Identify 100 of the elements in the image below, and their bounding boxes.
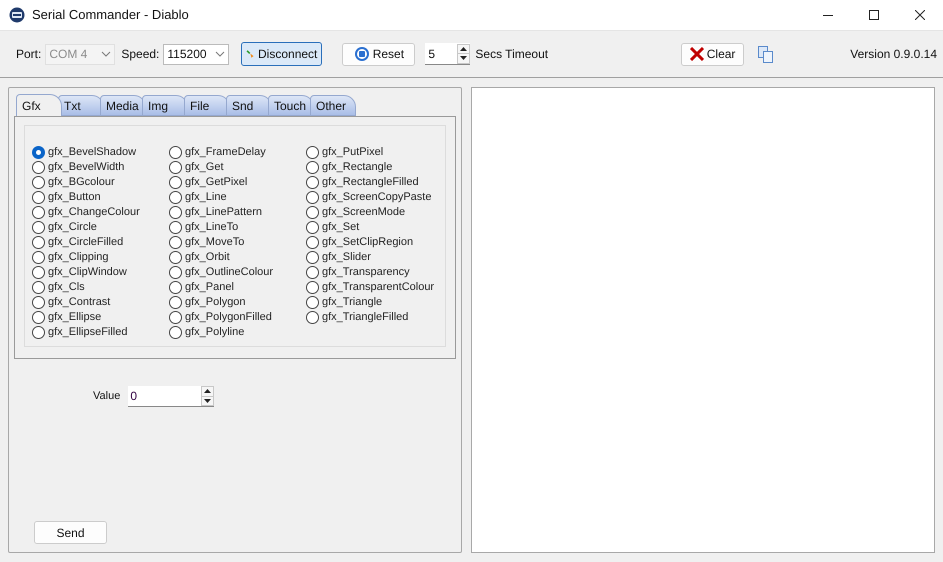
radio-option[interactable]: gfx_TransparentColour bbox=[306, 280, 443, 295]
radio-button[interactable] bbox=[32, 191, 45, 204]
radio-button[interactable] bbox=[306, 281, 319, 294]
radio-button[interactable] bbox=[32, 311, 45, 324]
radio-button[interactable] bbox=[32, 221, 45, 234]
radio-button[interactable] bbox=[306, 206, 319, 219]
radio-button[interactable] bbox=[32, 146, 45, 159]
send-button[interactable]: Send bbox=[34, 521, 107, 544]
radio-button[interactable] bbox=[306, 251, 319, 264]
spin-buttons[interactable] bbox=[457, 44, 470, 64]
radio-option[interactable]: gfx_Polygon bbox=[169, 295, 306, 310]
radio-option[interactable]: gfx_PutPixel bbox=[306, 145, 443, 160]
radio-option[interactable]: gfx_Circle bbox=[32, 220, 169, 235]
radio-option[interactable]: gfx_OutlineColour bbox=[169, 265, 306, 280]
radio-button[interactable] bbox=[32, 281, 45, 294]
speed-dropdown[interactable]: 115200 bbox=[163, 44, 230, 64]
radio-button[interactable] bbox=[169, 191, 182, 204]
tab[interactable]: Other bbox=[310, 95, 356, 116]
radio-button[interactable] bbox=[306, 296, 319, 309]
minimize-icon bbox=[823, 14, 833, 16]
radio-option[interactable]: gfx_SetClipRegion bbox=[306, 235, 443, 250]
radio-button[interactable] bbox=[306, 176, 319, 189]
spin-buttons[interactable] bbox=[201, 386, 214, 406]
radio-option[interactable]: gfx_LinePattern bbox=[169, 205, 306, 220]
radio-button[interactable] bbox=[306, 266, 319, 279]
value-field[interactable]: 0 bbox=[128, 386, 214, 407]
radio-option[interactable]: gfx_BevelShadow bbox=[32, 145, 169, 160]
radio-option[interactable]: gfx_ClipWindow bbox=[32, 265, 169, 280]
radio-button[interactable] bbox=[169, 176, 182, 189]
radio-option[interactable]: gfx_Slider bbox=[306, 250, 443, 265]
radio-button[interactable] bbox=[32, 326, 45, 339]
radio-option[interactable]: gfx_Cls bbox=[32, 280, 169, 295]
disconnect-button[interactable]: Disconnect bbox=[241, 42, 322, 66]
radio-button[interactable] bbox=[169, 161, 182, 174]
radio-button[interactable] bbox=[169, 236, 182, 249]
radio-option[interactable]: gfx_Panel bbox=[169, 280, 306, 295]
radio-button[interactable] bbox=[169, 311, 182, 324]
radio-button[interactable] bbox=[32, 176, 45, 189]
radio-option[interactable]: gfx_Set bbox=[306, 220, 443, 235]
radio-button[interactable] bbox=[169, 206, 182, 219]
radio-option[interactable]: gfx_ScreenMode bbox=[306, 205, 443, 220]
value-label: Value bbox=[93, 389, 120, 404]
radio-button[interactable] bbox=[306, 311, 319, 324]
maximize-icon bbox=[869, 10, 879, 20]
radio-button[interactable] bbox=[32, 266, 45, 279]
close-icon bbox=[915, 10, 925, 20]
radio-option[interactable]: gfx_Ellipse bbox=[32, 310, 169, 325]
radio-button[interactable] bbox=[169, 326, 182, 339]
reset-button[interactable]: Reset bbox=[342, 42, 416, 66]
radio-button[interactable] bbox=[32, 236, 45, 249]
clear-x-icon bbox=[690, 47, 704, 61]
radio-button[interactable] bbox=[32, 296, 45, 309]
radio-button[interactable] bbox=[32, 161, 45, 174]
radio-option[interactable]: gfx_CircleFilled bbox=[32, 235, 169, 250]
radio-option[interactable]: gfx_BevelWidth bbox=[32, 160, 169, 175]
tab[interactable]: Gfx bbox=[16, 94, 62, 116]
radio-button[interactable] bbox=[169, 251, 182, 264]
radio-button[interactable] bbox=[169, 266, 182, 279]
radio-option[interactable]: gfx_TriangleFilled bbox=[306, 310, 443, 325]
port-label: Port: bbox=[16, 46, 42, 63]
timeout-label: Secs Timeout bbox=[475, 46, 548, 63]
radio-option[interactable]: gfx_FrameDelay bbox=[169, 145, 306, 160]
radio-option[interactable]: gfx_Transparency bbox=[306, 265, 443, 280]
down-arrow-icon bbox=[460, 56, 468, 60]
radio-option[interactable]: gfx_LineTo bbox=[169, 220, 306, 235]
radio-option[interactable]: gfx_ScreenCopyPaste bbox=[306, 190, 443, 205]
down-arrow-icon bbox=[204, 398, 212, 403]
radio-option[interactable]: gfx_MoveTo bbox=[169, 235, 306, 250]
radio-option[interactable]: gfx_Clipping bbox=[32, 250, 169, 265]
radio-button[interactable] bbox=[32, 206, 45, 219]
radio-option[interactable]: gfx_Line bbox=[169, 190, 306, 205]
radio-option[interactable]: gfx_Contrast bbox=[32, 295, 169, 310]
copy-icon[interactable] bbox=[758, 46, 774, 62]
radio-option[interactable]: gfx_EllipseFilled bbox=[32, 325, 169, 340]
radio-option[interactable]: gfx_ChangeColour bbox=[32, 205, 169, 220]
radio-option[interactable]: gfx_RectangleFilled bbox=[306, 175, 443, 190]
radio-option[interactable]: gfx_GetPixel bbox=[169, 175, 306, 190]
radio-option[interactable]: gfx_Triangle bbox=[306, 295, 443, 310]
radio-button[interactable] bbox=[169, 281, 182, 294]
up-arrow-icon bbox=[460, 46, 468, 51]
radio-option[interactable]: gfx_Rectangle bbox=[306, 160, 443, 175]
radio-button[interactable] bbox=[169, 296, 182, 309]
timeout-field[interactable]: 5 bbox=[425, 43, 470, 65]
up-arrow-icon bbox=[204, 389, 212, 394]
radio-button[interactable] bbox=[306, 221, 319, 234]
radio-button[interactable] bbox=[306, 191, 319, 204]
clear-button[interactable]: Clear bbox=[681, 42, 744, 66]
radio-button[interactable] bbox=[169, 221, 182, 234]
radio-button[interactable] bbox=[306, 236, 319, 249]
radio-button[interactable] bbox=[32, 251, 45, 264]
radio-option[interactable]: gfx_Get bbox=[169, 160, 306, 175]
radio-option[interactable]: gfx_Button bbox=[32, 190, 169, 205]
radio-button[interactable] bbox=[306, 161, 319, 174]
radio-button[interactable] bbox=[169, 146, 182, 159]
radio-option[interactable]: gfx_BGcolour bbox=[32, 175, 169, 190]
radio-option[interactable]: gfx_Polyline bbox=[169, 325, 306, 340]
dropdown-chevron-icon bbox=[215, 51, 226, 57]
radio-option[interactable]: gfx_PolygonFilled bbox=[169, 310, 306, 325]
radio-button[interactable] bbox=[306, 146, 319, 159]
radio-option[interactable]: gfx_Orbit bbox=[169, 250, 306, 265]
